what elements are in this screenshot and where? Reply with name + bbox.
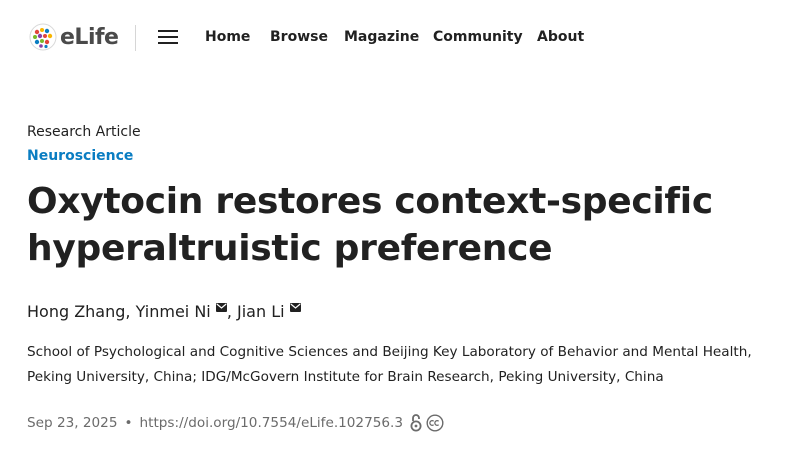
author-list: Hong Zhang, Yinmei Ni , Jian Li	[27, 302, 301, 321]
doi-link[interactable]: https://doi.org/10.7554/eLife.102756.3	[140, 415, 404, 431]
title-line-2: hyperaltruistic preference	[27, 228, 553, 269]
author-separator: ,	[226, 302, 238, 321]
nav-browse[interactable]: Browse	[270, 29, 328, 45]
article-title: Oxytocin restores context-specific hyper…	[27, 178, 787, 272]
author-name[interactable]: Yinmei Ni	[136, 302, 211, 321]
menu-button[interactable]	[158, 30, 180, 46]
logo-text: eLife	[60, 24, 119, 50]
nav-home[interactable]: Home	[205, 29, 250, 45]
mail-icon[interactable]	[215, 303, 227, 312]
mail-icon[interactable]	[289, 303, 301, 312]
nav-magazine[interactable]: Magazine	[344, 29, 419, 45]
open-access-icon	[410, 414, 422, 432]
article-type: Research Article	[27, 124, 141, 140]
elife-logo[interactable]: eLife	[29, 22, 119, 52]
nav-community[interactable]: Community	[433, 29, 523, 45]
meta-bullet: •	[124, 414, 133, 431]
affiliation: School of Psychological and Cognitive Sc…	[27, 344, 752, 385]
menu-icon	[158, 30, 180, 44]
elife-logo-icon	[29, 23, 57, 51]
article-meta: Sep 23, 2025 • https://doi.org/10.7554/e…	[27, 413, 444, 432]
author-separator: ,	[125, 302, 136, 321]
publication-date: Sep 23, 2025	[27, 414, 118, 431]
author-name[interactable]: Hong Zhang	[27, 302, 125, 321]
creative-commons-icon	[426, 413, 444, 432]
subject-link[interactable]: Neuroscience	[27, 148, 133, 164]
author-name[interactable]: Jian Li	[237, 302, 285, 321]
nav-about[interactable]: About	[537, 29, 584, 45]
header-divider	[135, 25, 136, 51]
site-header: eLife Home Browse Magazine Community Abo…	[0, 0, 799, 76]
title-line-1: Oxytocin restores context-specific	[27, 181, 713, 222]
